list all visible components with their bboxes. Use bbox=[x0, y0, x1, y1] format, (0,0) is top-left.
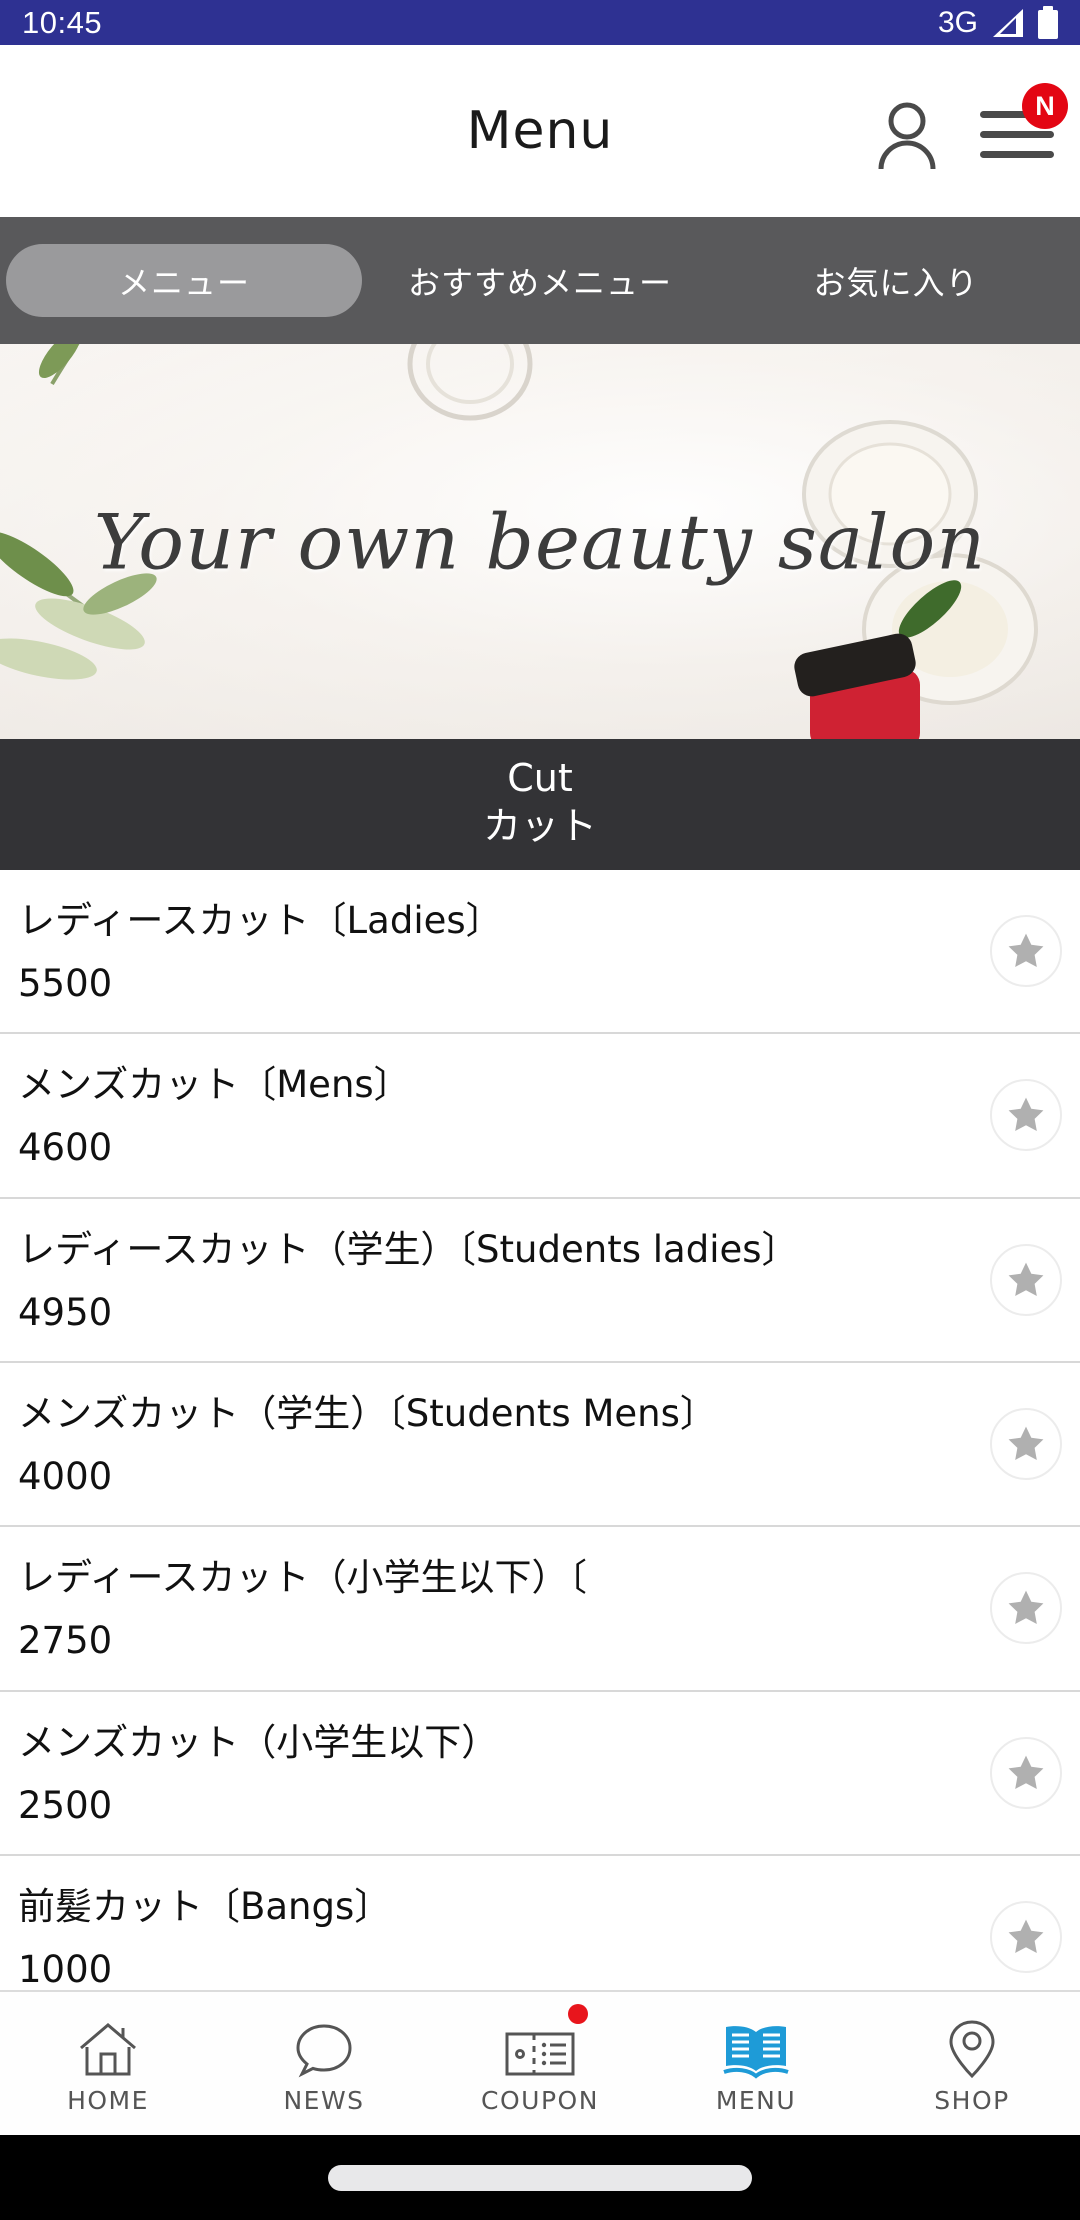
favorite-star-button[interactable] bbox=[990, 1736, 1062, 1809]
burger-line-middle bbox=[980, 131, 1054, 138]
tab-strip: メニュー おすすめメニュー お気に入り bbox=[0, 217, 1080, 344]
section-title-en: Cut bbox=[507, 756, 573, 800]
menu-item-price: 4600 bbox=[18, 1126, 113, 1170]
menu-item-text: メンズカット（学生）〔Students Mens〕 4000 bbox=[18, 1389, 990, 1499]
menu-item-row[interactable]: メンズカット（小学生以下） 2500 bbox=[0, 1692, 1080, 1856]
menu-item-text: レディースカット〔Ladies〕 5500 bbox=[18, 896, 990, 1006]
nav-item-shop[interactable]: SHOP bbox=[864, 1992, 1080, 2135]
tab-favorites-label: お気に入り bbox=[813, 263, 979, 302]
favorite-star-button[interactable] bbox=[990, 1243, 1062, 1316]
speech-bubble-icon bbox=[294, 2012, 354, 2080]
nav-item-coupon[interactable]: COUPON bbox=[432, 1992, 648, 2135]
menu-item-name: 前髪カット〔Bangs〕 bbox=[18, 1884, 392, 1928]
favorite-star-button[interactable] bbox=[990, 1408, 1062, 1481]
star-icon bbox=[1008, 933, 1044, 968]
nav-item-home-label: HOME bbox=[67, 2086, 149, 2115]
nav-item-coupon-label: COUPON bbox=[481, 2086, 599, 2115]
tab-favorites[interactable]: お気に入り bbox=[718, 244, 1074, 317]
nav-item-shop-label: SHOP bbox=[934, 2086, 1010, 2115]
tab-menu-label: メニュー bbox=[117, 263, 250, 302]
signal-triangle-icon bbox=[991, 7, 1025, 39]
menu-item-price: 4000 bbox=[18, 1454, 113, 1498]
status-time: 10:45 bbox=[22, 5, 103, 40]
status-bar: 10:45 3G bbox=[0, 0, 1080, 45]
menu-item-name: メンズカット（小学生以下） bbox=[18, 1720, 499, 1764]
section-title-ja: カット bbox=[482, 803, 597, 848]
salon-banner-image: Your own beauty salon bbox=[0, 344, 1080, 739]
section-header-cut: Cut カット bbox=[0, 739, 1080, 870]
nav-item-menu[interactable]: MENU bbox=[648, 1992, 864, 2135]
menu-item-text: メンズカット（小学生以下） 2500 bbox=[18, 1718, 990, 1828]
star-icon bbox=[1008, 1919, 1044, 1954]
menu-item-row[interactable]: レディースカット（学生）〔Students ladies〕 4950 bbox=[0, 1199, 1080, 1363]
home-icon bbox=[77, 2012, 139, 2080]
nail-polish-decoration bbox=[794, 633, 920, 739]
tab-recommended-menu-label: おすすめメニュー bbox=[407, 263, 672, 302]
menu-item-name: レディースカット（小学生以下）〔 bbox=[18, 1556, 588, 1600]
app-header: Menu N bbox=[0, 45, 1080, 217]
menu-item-text: レディースカット（小学生以下）〔 2750 bbox=[18, 1553, 990, 1663]
menu-item-row[interactable]: レディースカット（小学生以下）〔 2750 bbox=[0, 1527, 1080, 1692]
menu-item-text: 前髪カット〔Bangs〕 1000 bbox=[18, 1882, 990, 1992]
menu-item-row[interactable]: メンズカット（学生）〔Students Mens〕 4000 bbox=[0, 1363, 1080, 1528]
menu-item-price: 5500 bbox=[18, 961, 113, 1005]
person-icon[interactable] bbox=[876, 101, 938, 171]
app-screen: 10:45 3G Menu N メニュー おすすめメニュー お気に入り Your… bbox=[0, 0, 1080, 2220]
menu-item-name: レディースカット（学生）〔Students ladies〕 bbox=[18, 1227, 799, 1271]
gesture-pill[interactable] bbox=[328, 2164, 752, 2191]
page-title: Menu bbox=[466, 101, 614, 161]
tab-menu[interactable]: メニュー bbox=[6, 244, 362, 317]
nav-item-home[interactable]: HOME bbox=[0, 1992, 216, 2135]
star-icon bbox=[1008, 1426, 1044, 1461]
open-book-icon bbox=[722, 2012, 790, 2080]
nav-item-menu-label: MENU bbox=[715, 2086, 797, 2115]
header-actions: N bbox=[876, 83, 1068, 171]
menu-item-row[interactable]: メンズカット〔Mens〕 4600 bbox=[0, 1034, 1080, 1199]
star-icon bbox=[1008, 1755, 1044, 1789]
menu-item-price: 1000 bbox=[18, 1947, 113, 1991]
favorite-star-button[interactable] bbox=[990, 915, 1062, 988]
menu-item-text: レディースカット（学生）〔Students ladies〕 4950 bbox=[18, 1225, 990, 1335]
glass-ring-decoration bbox=[407, 344, 533, 421]
burger-line-bottom bbox=[980, 151, 1054, 158]
banner-tagline: Your own beauty salon bbox=[93, 497, 987, 586]
system-gesture-bar bbox=[0, 2135, 1080, 2220]
menu-item-name: レディースカット〔Ladies〕 bbox=[18, 899, 503, 942]
menu-item-name: メンズカット〔Mens〕 bbox=[18, 1063, 411, 1107]
menu-item-price: 4950 bbox=[18, 1290, 113, 1334]
notification-badge: N bbox=[1022, 83, 1068, 129]
star-icon bbox=[1008, 1098, 1044, 1132]
coupon-notification-dot bbox=[568, 2004, 588, 2024]
favorite-star-button[interactable] bbox=[990, 1572, 1062, 1645]
menu-item-row[interactable]: レディースカット〔Ladies〕 5500 bbox=[0, 870, 1080, 1035]
network-type-label: 3G bbox=[937, 5, 978, 39]
favorite-star-button[interactable] bbox=[990, 1079, 1062, 1152]
nav-item-news[interactable]: NEWS bbox=[216, 1992, 432, 2135]
status-indicators: 3G bbox=[938, 6, 1058, 40]
hamburger-menu-icon[interactable]: N bbox=[980, 83, 1068, 167]
menu-item-list: レディースカット〔Ladies〕 5500 メンズカット〔Mens〕 4600 … bbox=[0, 870, 1080, 2021]
tab-recommended-menu[interactable]: おすすめメニュー bbox=[362, 244, 718, 317]
menu-item-name: メンズカット（学生）〔Students Mens〕 bbox=[18, 1391, 717, 1435]
star-icon bbox=[1008, 1591, 1044, 1625]
menu-item-price: 2750 bbox=[18, 1619, 113, 1663]
battery-full-icon bbox=[1038, 6, 1058, 39]
favorite-star-button[interactable] bbox=[990, 1901, 1062, 1974]
star-icon bbox=[1008, 1262, 1044, 1296]
nav-item-news-label: NEWS bbox=[283, 2086, 365, 2115]
location-pin-icon bbox=[946, 2012, 998, 2080]
bottom-navigation-bar: HOME NEWS COUPON MENU SHOP bbox=[0, 1990, 1080, 2135]
menu-item-text: メンズカット〔Mens〕 4600 bbox=[18, 1060, 990, 1170]
menu-item-price: 2500 bbox=[18, 1783, 113, 1827]
ticket-icon bbox=[504, 2012, 576, 2080]
